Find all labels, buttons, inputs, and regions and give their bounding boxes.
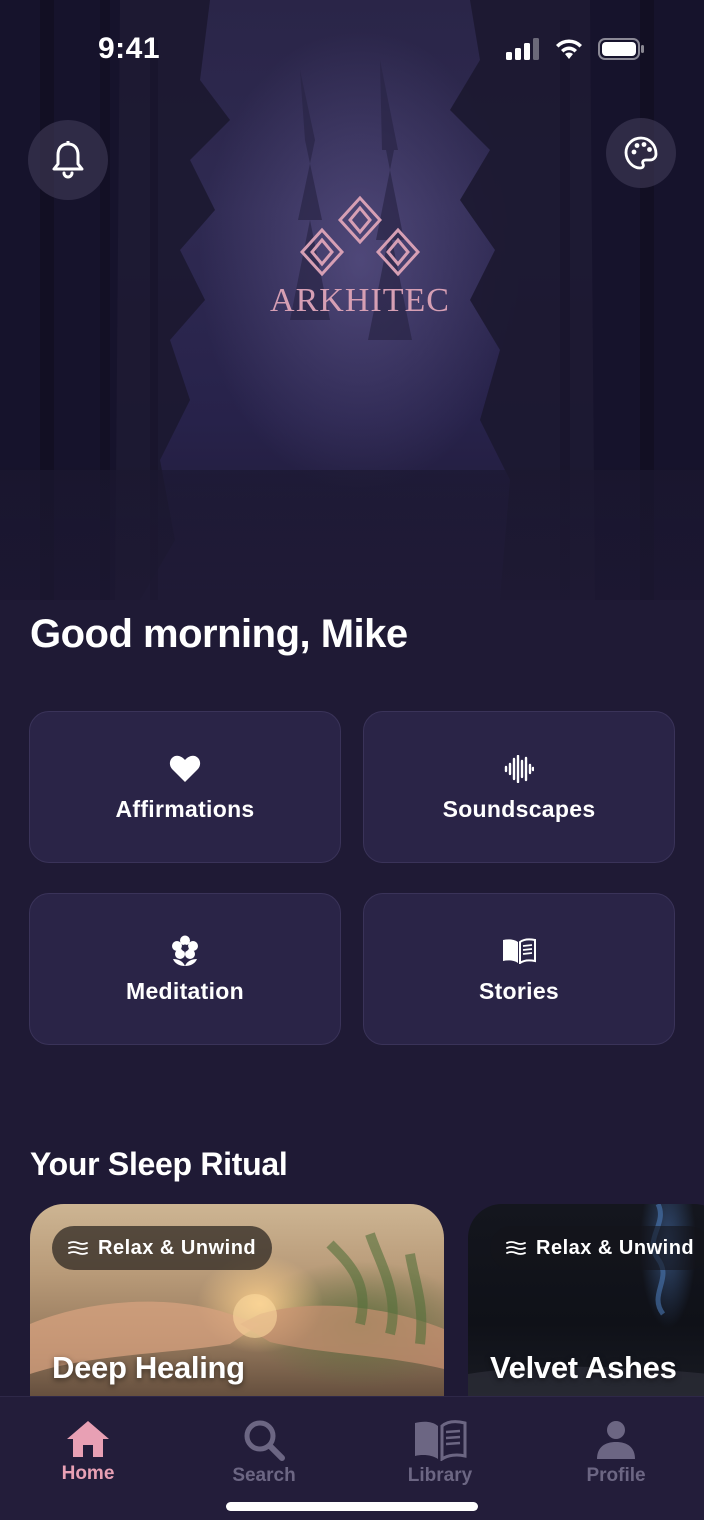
- notifications-button[interactable]: [28, 120, 108, 200]
- tab-search[interactable]: Search: [204, 1419, 324, 1487]
- bell-icon: [52, 141, 84, 179]
- greeting-heading: Good morning, Mike: [30, 612, 408, 656]
- wifi-icon: [556, 39, 582, 59]
- category-meditation[interactable]: Meditation: [29, 893, 341, 1045]
- ritual-card-velvet-ashes[interactable]: Relax & Unwind Velvet Ashes: [468, 1204, 704, 1404]
- tab-label: Home: [61, 1463, 115, 1484]
- home-indicator: [226, 1502, 478, 1511]
- brand-logo: ARKHITEC: [250, 190, 470, 330]
- status-bar: 9:41: [0, 0, 704, 100]
- logo-mark-icon: [299, 195, 421, 277]
- status-time: 9:41: [98, 32, 161, 65]
- card-tag-label: Relax & Unwind: [536, 1236, 695, 1259]
- heart-icon: [169, 755, 201, 782]
- card-title: Deep Healing: [52, 1350, 245, 1385]
- tab-home[interactable]: Home: [28, 1419, 148, 1485]
- status-icons: [506, 38, 644, 60]
- section-title-sleep-ritual: Your Sleep Ritual: [30, 1146, 288, 1182]
- palette-icon: [624, 136, 658, 170]
- card-title: Velvet Ashes: [490, 1350, 677, 1385]
- search-icon: [244, 1420, 285, 1461]
- category-label: Soundscapes: [442, 795, 596, 822]
- waveform-icon: [504, 754, 534, 783]
- waves-icon: [506, 1241, 526, 1255]
- home-icon: [67, 1421, 109, 1457]
- waves-icon: [68, 1241, 88, 1255]
- tab-label: Search: [232, 1465, 296, 1486]
- tab-profile[interactable]: Profile: [556, 1419, 676, 1487]
- battery-icon: [598, 38, 644, 60]
- card-tag: Relax & Unwind: [490, 1226, 704, 1270]
- ritual-card-deep-healing[interactable]: Relax & Unwind Deep Healing: [30, 1204, 444, 1404]
- signal-icon: [506, 38, 539, 60]
- tab-label: Profile: [586, 1465, 646, 1486]
- category-label: Affirmations: [115, 795, 255, 822]
- library-icon: [415, 1420, 467, 1461]
- tab-label: Library: [407, 1465, 473, 1486]
- category-stories[interactable]: Stories: [363, 893, 675, 1045]
- theme-button[interactable]: [606, 118, 676, 188]
- card-tag: Relax & Unwind: [52, 1226, 273, 1270]
- category-affirmations[interactable]: Affirmations: [29, 711, 341, 863]
- category-label: Stories: [478, 977, 560, 1004]
- category-label: Meditation: [126, 977, 244, 1004]
- logo-wordmark: ARKHITEC: [270, 282, 450, 319]
- book-icon: [503, 937, 536, 964]
- flower-icon: [172, 935, 198, 966]
- category-soundscapes[interactable]: Soundscapes: [363, 711, 675, 863]
- card-tag-label: Relax & Unwind: [98, 1236, 257, 1259]
- profile-icon: [597, 1421, 635, 1459]
- tab-library[interactable]: Library: [380, 1419, 500, 1487]
